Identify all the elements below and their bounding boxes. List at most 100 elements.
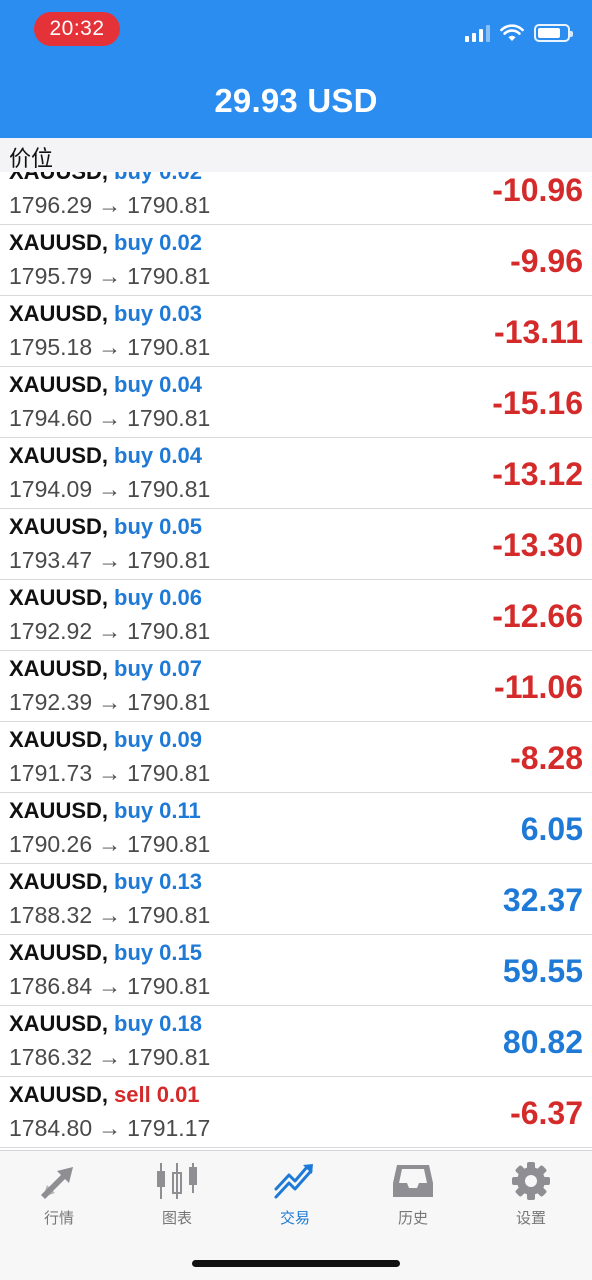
position-symbol: XAUUSD, bbox=[9, 940, 109, 965]
position-volume: 0.05 bbox=[159, 514, 202, 539]
tab-charts[interactable]: 图表 bbox=[118, 1161, 236, 1231]
candlestick-chart-icon bbox=[157, 1163, 197, 1199]
position-profit: -10.96 bbox=[492, 172, 583, 208]
position-volume: 0.11 bbox=[159, 798, 201, 823]
position-prices: 1794.60 → 1790.81 bbox=[9, 405, 210, 432]
price-arrow: → bbox=[98, 1115, 122, 1141]
position-profit: -13.11 bbox=[494, 314, 583, 350]
position-row[interactable]: XAUUSD, buy 0.03 1795.18 → 1790.81 -13.11 bbox=[0, 296, 592, 367]
position-prices: 1792.39 → 1790.81 bbox=[9, 689, 210, 716]
position-prices: 1788.32 → 1790.81 bbox=[9, 902, 210, 929]
position-direction: buy bbox=[114, 514, 154, 539]
positions-list[interactable]: XAUUSD,buy0.021796.29→1790.81-10.96XAUUS… bbox=[0, 172, 592, 1150]
position-direction: buy bbox=[114, 301, 154, 326]
position-row[interactable]: XAUUSD, buy 0.09 1791.73 → 1790.81 -8.28 bbox=[0, 722, 592, 793]
position-row[interactable]: XAUUSD, buy 0.04 1794.60 → 1790.81 -15.16 bbox=[0, 367, 592, 438]
tab-quotes[interactable]: 行情 bbox=[0, 1161, 118, 1231]
position-volume: 0.03 bbox=[159, 301, 202, 326]
position-volume: 0.02 bbox=[159, 230, 202, 255]
price-arrow: → bbox=[98, 902, 122, 928]
position-direction: buy bbox=[114, 372, 154, 397]
settings-gear-icon bbox=[512, 1162, 550, 1200]
current-price: 1790.81 bbox=[127, 760, 211, 786]
position-profit: -12.66 bbox=[492, 598, 583, 634]
position-profit: 32.37 bbox=[502, 882, 583, 918]
tab-label: 历史 bbox=[397, 1210, 428, 1227]
tab-label: 设置 bbox=[515, 1210, 546, 1227]
position-title: XAUUSD, sell 0.01 bbox=[9, 1082, 200, 1108]
position-symbol: XAUUSD, bbox=[9, 514, 109, 539]
position-volume: 0.18 bbox=[159, 1011, 202, 1036]
open-price: 1794.60 bbox=[9, 405, 93, 431]
position-title: XAUUSD, buy 0.07 bbox=[9, 656, 202, 682]
position-title: XAUUSD, buy 0.09 bbox=[9, 727, 202, 753]
position-direction: buy bbox=[114, 230, 154, 255]
position-row[interactable]: XAUUSD, buy 0.18 1786.32 → 1790.81 80.82 bbox=[0, 1006, 592, 1077]
price-arrow: → bbox=[98, 973, 122, 999]
position-volume: 0.06 bbox=[159, 585, 202, 610]
position-row[interactable]: XAUUSD, buy 0.07 1792.39 → 1790.81 -11.06 bbox=[0, 651, 592, 722]
position-title: XAUUSD, buy 0.04 bbox=[9, 372, 202, 398]
price-arrow: → bbox=[98, 689, 122, 715]
position-volume: 0.01 bbox=[156, 1082, 200, 1107]
positions-rows: XAUUSD,buy0.021796.29→1790.81-10.96XAUUS… bbox=[0, 172, 592, 1148]
battery-icon bbox=[534, 24, 573, 42]
position-row[interactable]: XAUUSD, buy 0.02 1795.79 → 1790.81 -9.96 bbox=[0, 225, 592, 296]
position-direction: sell bbox=[114, 1082, 151, 1107]
price-arrow: → bbox=[98, 760, 122, 786]
home-indicator[interactable] bbox=[192, 1260, 400, 1267]
current-price: 1791.17 bbox=[127, 1115, 211, 1141]
price-arrow: → bbox=[98, 476, 122, 502]
price-arrow: → bbox=[98, 192, 122, 218]
tab-label: 图表 bbox=[161, 1210, 192, 1227]
open-price: 1793.47 bbox=[9, 547, 93, 573]
price-arrow: → bbox=[98, 547, 122, 573]
price-arrow: → bbox=[98, 405, 122, 431]
position-row[interactable]: XAUUSD, buy 0.02 1796.29→1790.81 -10.96 bbox=[0, 172, 592, 225]
tab-trade[interactable]: 交易 bbox=[236, 1161, 354, 1231]
price-arrow: → bbox=[98, 618, 122, 644]
position-row[interactable]: XAUUSD, buy 0.13 1788.32 → 1790.81 32.37 bbox=[0, 864, 592, 935]
price-arrow: → bbox=[98, 1044, 122, 1070]
current-price: 1790.81 bbox=[127, 192, 211, 218]
position-volume: 0.15 bbox=[159, 940, 202, 965]
position-title: XAUUSD, buy 0.18 bbox=[9, 1011, 202, 1037]
position-profit: -13.12 bbox=[492, 456, 583, 492]
position-title: XAUUSD, buy 0.11 bbox=[9, 798, 201, 824]
position-volume: 0.02 bbox=[159, 172, 202, 184]
tab-label: 交易 bbox=[279, 1210, 310, 1227]
position-row[interactable]: XAUUSD, buy 0.04 1794.09 → 1790.81 -13.12 bbox=[0, 438, 592, 509]
tab-history[interactable]: 历史 bbox=[354, 1161, 472, 1231]
status-time: 20:32 bbox=[34, 12, 120, 46]
tab-settings[interactable]: 设置 bbox=[472, 1161, 590, 1231]
position-direction: buy bbox=[114, 443, 154, 468]
open-price: 1786.32 bbox=[9, 1044, 93, 1070]
position-title: XAUUSD, buy 0.04 bbox=[9, 443, 202, 469]
position-profit: -6.37 bbox=[510, 1095, 583, 1131]
tab-label: 行情 bbox=[43, 1210, 74, 1227]
position-volume: 0.09 bbox=[159, 727, 202, 752]
position-symbol: XAUUSD, bbox=[9, 172, 108, 184]
price-arrow: → bbox=[98, 263, 122, 289]
position-row[interactable]: XAUUSD, sell 0.01 1784.80 → 1791.17 -6.37 bbox=[0, 1077, 592, 1148]
quotes-arrows-icon bbox=[41, 1167, 73, 1199]
position-row[interactable]: XAUUSD, buy 0.06 1792.92 → 1790.81 -12.66 bbox=[0, 580, 592, 651]
position-prices: 1784.80 → 1791.17 bbox=[9, 1115, 210, 1142]
position-direction: buy bbox=[114, 940, 154, 965]
position-direction: buy bbox=[114, 869, 154, 894]
position-symbol: XAUUSD, bbox=[9, 1082, 109, 1107]
position-row[interactable]: XAUUSD, buy 0.15 1786.84 → 1790.81 59.55 bbox=[0, 935, 592, 1006]
position-row[interactable]: XAUUSD, buy 0.11 1790.26 → 1790.81 6.05 bbox=[0, 793, 592, 864]
position-symbol: XAUUSD, bbox=[9, 443, 109, 468]
position-prices: 1786.32 → 1790.81 bbox=[9, 1044, 210, 1071]
position-title: XAUUSD, buy 0.03 bbox=[9, 301, 202, 327]
position-direction: buy bbox=[114, 656, 154, 681]
position-row[interactable]: XAUUSD, buy 0.05 1793.47 → 1790.81 -13.30 bbox=[0, 509, 592, 580]
position-direction: buy bbox=[114, 172, 153, 184]
position-symbol: XAUUSD, bbox=[9, 230, 109, 255]
position-direction: buy bbox=[114, 798, 154, 823]
position-symbol: XAUUSD, bbox=[9, 656, 109, 681]
position-direction: buy bbox=[114, 727, 154, 752]
position-prices: 1794.09 → 1790.81 bbox=[9, 476, 210, 503]
position-title: XAUUSD, buy 0.06 bbox=[9, 585, 202, 611]
